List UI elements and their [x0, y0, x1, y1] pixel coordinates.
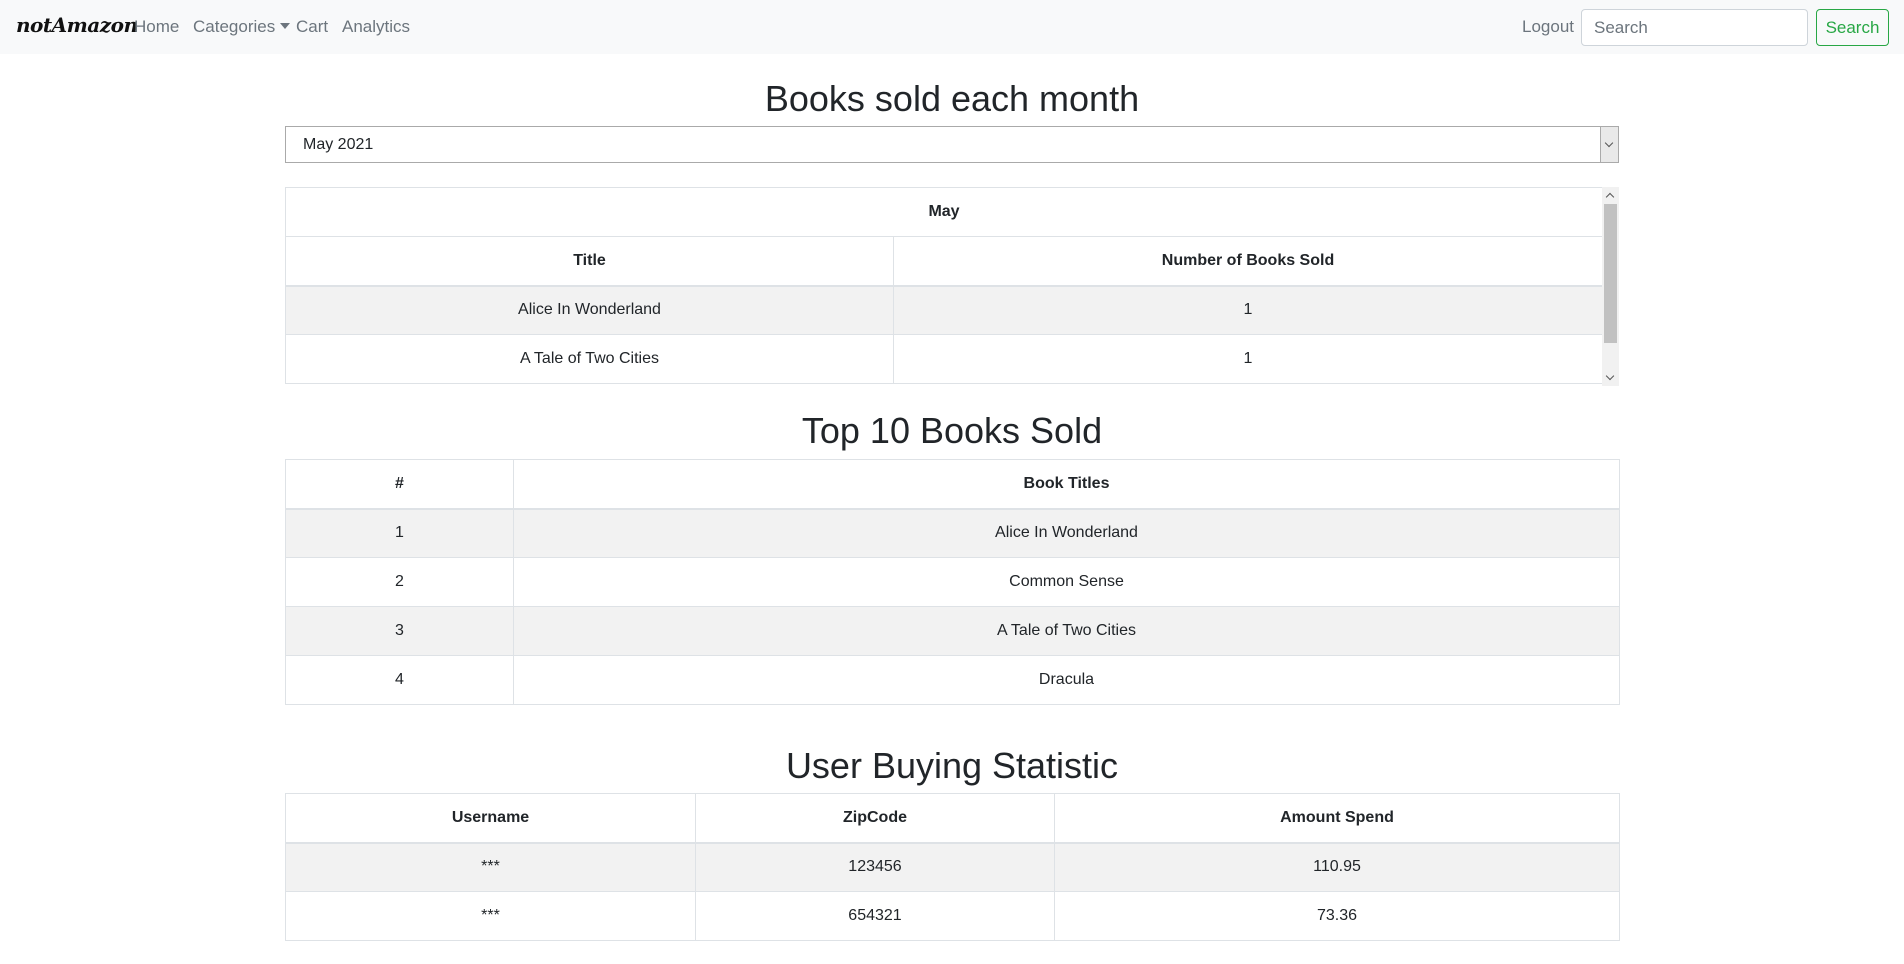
monthly-table-container: May Title Number of Books Sold Alice In … [285, 187, 1619, 386]
nav-cart[interactable]: Cart [296, 17, 328, 37]
column-header-rank: # [285, 459, 514, 510]
username-cell: *** [285, 891, 696, 941]
chevron-down-icon [1600, 127, 1618, 162]
amount-cell: 110.95 [1054, 842, 1620, 892]
table-row: 1 Alice In Wonderland [285, 508, 1620, 558]
books-sold-cell: 1 [893, 334, 1603, 384]
search-input[interactable] [1581, 9, 1808, 46]
top-books-title: Top 10 Books Sold [801, 410, 1103, 451]
book-title-cell: A Tale of Two Cities [513, 606, 1620, 656]
table-row: *** 654321 73.36 [285, 891, 1620, 941]
user-stats-title: User Buying Statistic [785, 745, 1119, 786]
column-header-book-titles: Book Titles [513, 459, 1620, 510]
amount-cell: 73.36 [1054, 891, 1620, 941]
nav-categories-dropdown[interactable]: Categories [193, 17, 291, 37]
book-title-cell: A Tale of Two Cities [285, 334, 894, 384]
table-row: *** 123456 110.95 [285, 842, 1620, 892]
table-row: A Tale of Two Cities 1 [285, 334, 1603, 384]
nav-analytics[interactable]: Analytics [342, 17, 410, 37]
nav-home[interactable]: Home [134, 17, 179, 37]
vertical-scrollbar[interactable] [1602, 187, 1619, 386]
scroll-down-icon[interactable] [1602, 369, 1619, 386]
table-row: 2 Common Sense [285, 557, 1620, 607]
scrollbar-thumb[interactable] [1604, 204, 1617, 343]
table-row: 3 A Tale of Two Cities [285, 606, 1620, 656]
scroll-up-icon[interactable] [1602, 187, 1619, 204]
books-sold-cell: 1 [893, 285, 1603, 335]
username-cell: *** [285, 842, 696, 892]
month-select[interactable]: May 2021 [285, 126, 1619, 163]
rank-cell: 3 [285, 606, 514, 656]
column-header-username: Username [285, 793, 696, 844]
column-header-amount: Amount Spend [1054, 793, 1620, 844]
table-row: 4 Dracula [285, 655, 1620, 705]
column-header-books-sold: Number of Books Sold [893, 236, 1603, 287]
brand-logo[interactable]: notAmazon [16, 13, 138, 37]
rank-cell: 2 [285, 557, 514, 607]
rank-cell: 1 [285, 508, 514, 558]
book-title-cell: Common Sense [513, 557, 1620, 607]
zipcode-cell: 123456 [695, 842, 1055, 892]
top-books-table: # Book Titles 1 Alice In Wonderland 2 Co… [285, 459, 1620, 705]
book-title-cell: Dracula [513, 655, 1620, 705]
user-stats-table: Username ZipCode Amount Spend *** 123456… [285, 793, 1620, 941]
book-title-cell: Alice In Wonderland [285, 285, 894, 335]
monthly-table: May Title Number of Books Sold Alice In … [285, 187, 1603, 384]
nav-logout[interactable]: Logout [1522, 17, 1574, 37]
chevron-down-icon [280, 23, 291, 29]
rank-cell: 4 [285, 655, 514, 705]
month-select-value: May 2021 [303, 136, 374, 153]
table-row: Alice In Wonderland 1 [285, 285, 1603, 335]
monthly-table-caption: May [285, 187, 1603, 237]
column-header-title: Title [285, 236, 894, 287]
nav-categories-label: Categories [193, 17, 276, 36]
monthly-title: Books sold each month [764, 78, 1140, 119]
column-header-zipcode: ZipCode [695, 793, 1055, 844]
search-button[interactable]: Search [1816, 9, 1889, 46]
zipcode-cell: 654321 [695, 891, 1055, 941]
navbar: notAmazon Home Categories Cart Analytics… [0, 0, 1904, 54]
book-title-cell: Alice In Wonderland [513, 508, 1620, 558]
